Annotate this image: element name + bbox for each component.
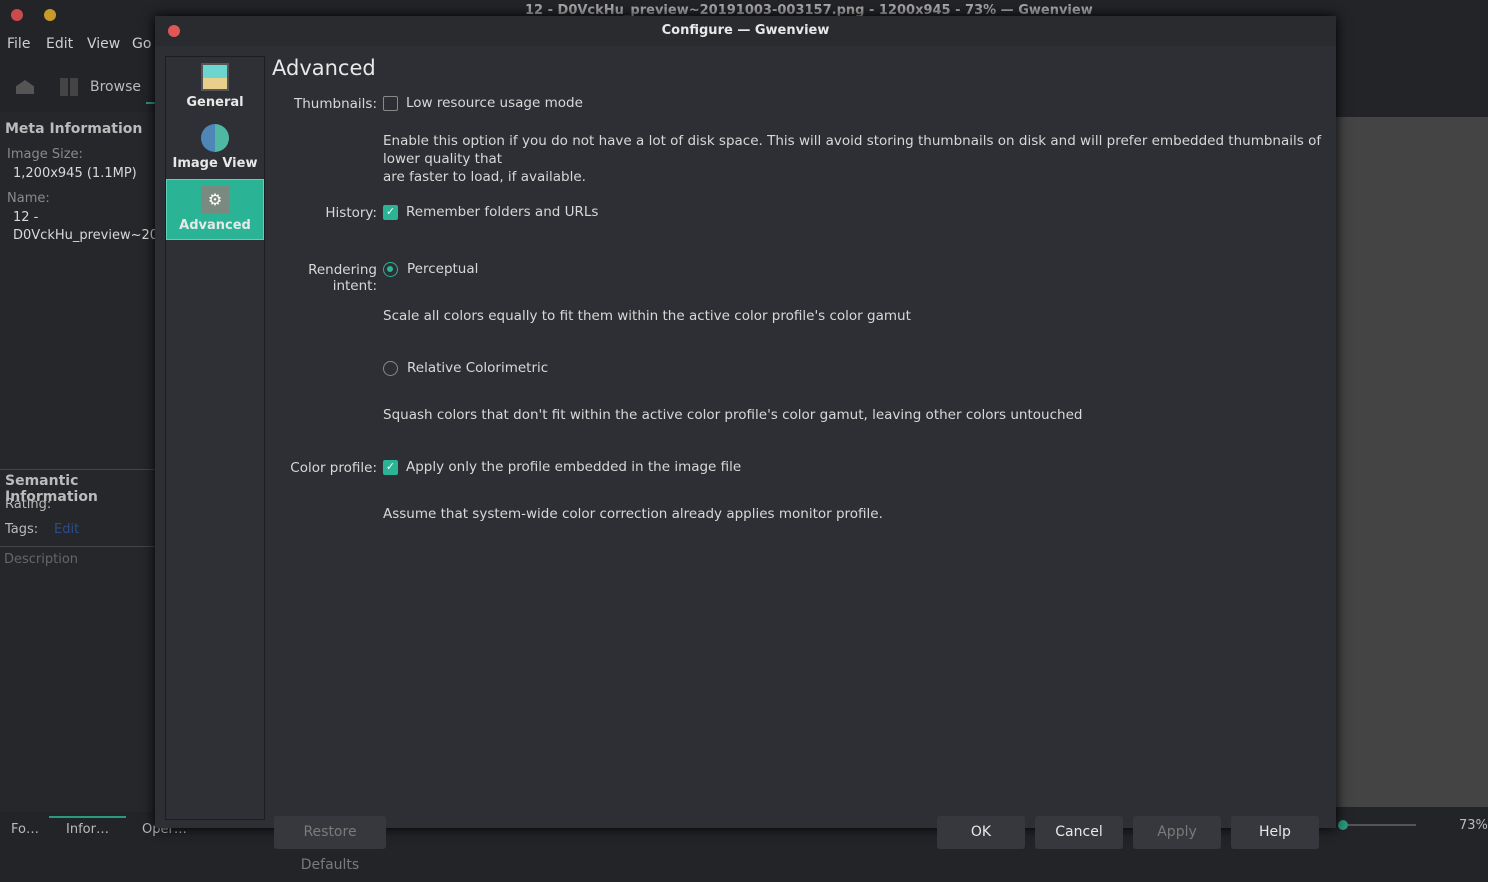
ok-button[interactable]: OK [937,816,1025,849]
name-value-2: D0VckHu_preview~2019 [13,228,155,243]
menu-view[interactable]: View [87,36,120,52]
minimize-window-button[interactable] [44,9,56,21]
relative-description: Squash colors that don't fit within the … [383,407,1083,423]
image-icon [201,63,229,91]
page-title: Advanced [272,56,376,80]
rendering-intent-label: Rendering intent: [308,262,377,294]
divider [0,469,155,470]
image-viewport [1336,117,1488,807]
name-value: 12 - [13,210,39,225]
tags-label: Tags: [5,522,39,537]
cancel-button[interactable]: Cancel [1035,816,1123,849]
thumbnails-label: Thumbnails: [294,96,377,112]
nav-general[interactable]: General [166,57,264,118]
description-field[interactable]: Description [4,552,78,567]
menu-file[interactable]: File [7,36,30,52]
low-resource-checkbox[interactable]: Low resource usage mode [383,95,583,111]
check-icon: ✓ [383,204,398,220]
thumbnails-description: Enable this option if you do not have a … [383,133,1322,185]
home-icon[interactable] [16,80,34,94]
radio-icon [383,261,398,277]
zoom-value: 73% [1459,818,1488,833]
compass-icon [201,124,229,152]
divider [0,546,155,547]
zoom-slider[interactable] [1342,824,1416,826]
dialog-title: Configure — Gwenview [155,16,1336,46]
gears-icon: ⚙ [201,186,229,214]
tab-folders[interactable]: Fo… [11,822,39,837]
perceptual-description: Scale all colors equally to fit them wit… [383,308,911,324]
view-tab-indicator [146,102,155,104]
remember-folders-checkbox[interactable]: ✓ Remember folders and URLs [383,204,598,220]
browse-button[interactable]: Browse [60,78,141,96]
settings-nav: General Image View ⚙ Advanced [165,56,265,820]
image-size-value: 1,200x945 (1.1MP) [13,166,137,181]
checkbox-icon [383,95,398,111]
relative-colorimetric-radio[interactable]: Relative Colorimetric [383,360,548,376]
menu-edit[interactable]: Edit [46,36,73,52]
nav-advanced[interactable]: ⚙ Advanced [166,179,264,240]
dialog-close-button[interactable] [168,25,180,37]
configure-dialog: Configure — Gwenview General Image View … [155,16,1336,873]
info-sidebar: Meta Information Image Size: 1,200x945 (… [0,112,155,812]
image-size-label: Image Size: [7,147,83,162]
rating-label: Rating: [5,497,52,512]
color-profile-label: Color profile: [290,460,377,476]
help-button[interactable]: Help [1231,816,1319,849]
radio-icon [383,360,398,376]
zoom-slider-handle[interactable] [1338,820,1348,830]
name-label: Name: [7,191,50,206]
check-icon: ✓ [383,459,398,475]
tags-edit-link[interactable]: Edit [54,522,79,537]
menu-go[interactable]: Go [132,36,151,52]
restore-defaults-button[interactable]: Restore Defaults [274,816,386,873]
tab-info[interactable]: Infor… [49,816,126,837]
embedded-profile-checkbox[interactable]: ✓ Apply only the profile embedded in the … [383,459,741,475]
history-label: History: [325,205,377,221]
perceptual-radio[interactable]: Perceptual [383,261,478,277]
meta-title: Meta Information [5,121,143,137]
grid-icon [60,78,78,96]
color-profile-description: Assume that system-wide color correction… [383,506,883,522]
apply-button[interactable]: Apply [1133,816,1221,849]
close-window-button[interactable] [11,9,23,21]
nav-image-view[interactable]: Image View [166,118,264,179]
